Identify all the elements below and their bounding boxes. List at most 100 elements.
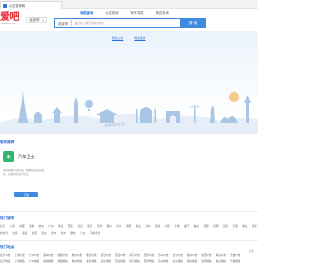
- poi-link[interactable]: 苏州公交: [158, 253, 168, 257]
- city-link[interactable]: 长沙: [116, 224, 121, 228]
- city-link[interactable]: 深圳: [29, 224, 34, 228]
- poi-link[interactable]: 成都公交: [58, 253, 68, 257]
- poi-link[interactable]: 青岛地铁: [216, 259, 226, 263]
- poi-link[interactable]: 宁波公交: [230, 253, 240, 257]
- poi-link[interactable]: 苏州地铁: [158, 259, 168, 263]
- poi-link[interactable]: 杭州地铁: [72, 259, 82, 263]
- poi-link[interactable]: 南京公交: [129, 253, 139, 257]
- city-link[interactable]: 南宁: [252, 224, 257, 228]
- browser-tab[interactable]: 公交查询网: [0, 1, 62, 9]
- city-link[interactable]: 武汉: [78, 224, 83, 228]
- city-link[interactable]: 北京: [0, 224, 5, 228]
- poi-link[interactable]: 成都地铁: [58, 259, 68, 263]
- city-link[interactable]: 广州: [48, 224, 53, 228]
- poi-list-row: 北京地铁 上海地铁 广州地铁 深圳地铁 成都地铁 杭州地铁 重庆地铁 武汉地铁 西安地铁 南京地铁…: [0, 259, 258, 263]
- city-link[interactable]: 无锡: [233, 224, 238, 228]
- city-link[interactable]: 长春: [12, 231, 17, 235]
- app-card[interactable]: ◈ 汽车卫士 为您收集车站信息，查看附近的交通工具，方便您的出行生活。 下载: [0, 147, 50, 207]
- poi-link[interactable]: 上海地铁: [14, 259, 24, 263]
- poi-link[interactable]: 重庆公交: [86, 253, 96, 257]
- poi-link[interactable]: 深圳公交: [43, 253, 53, 257]
- city-link[interactable]: 济南: [155, 224, 160, 228]
- tab-title: 公交查询网: [9, 4, 25, 8]
- app-download-button[interactable]: 下载: [14, 192, 38, 197]
- poi-link[interactable]: 上海公交: [14, 253, 24, 257]
- landmark-skyline: [0, 91, 258, 134]
- poi-link[interactable]: 北京公交: [0, 253, 10, 257]
- city-link[interactable]: 乌鲁木齐: [90, 231, 100, 235]
- poi-link[interactable]: 西安公交: [115, 253, 125, 257]
- tab-driving-nav[interactable]: 驾车导航: [130, 10, 143, 15]
- poi-link[interactable]: 武汉公交: [101, 253, 111, 257]
- city-list-row: 北京 上海 成都 深圳 杭州 广州 重庆 西安 武汉 南京 天津 郑州 长沙 沈阳 青岛 苏州 济南 大连 宁波 厦门…: [0, 224, 258, 228]
- poi-link[interactable]: 长沙地铁: [173, 259, 183, 263]
- link-nearby-food[interactable]: 附近美食: [134, 36, 145, 40]
- poi-list-row: 北京公交 上海公交 广州公交 深圳公交 成都公交 杭州公交 重庆公交 武汉公交 西安公交 南京公交…: [0, 253, 258, 257]
- city-link[interactable]: 郑州: [107, 224, 112, 228]
- city-link[interactable]: 沈阳: [126, 224, 131, 228]
- tab-map-search[interactable]: 地图查询: [80, 10, 93, 15]
- city-link[interactable]: 重庆: [58, 224, 63, 228]
- city-link[interactable]: 大连: [165, 224, 170, 228]
- poi-link[interactable]: 广州公交: [29, 253, 39, 257]
- poi-link[interactable]: 沈阳公交: [201, 253, 211, 257]
- poi-link[interactable]: 青岛公交: [216, 253, 226, 257]
- search-button[interactable]: 搜 索: [180, 18, 206, 28]
- city-link[interactable]: 合肥: [203, 224, 208, 228]
- city-link[interactable]: 成都: [19, 224, 24, 228]
- poi-link[interactable]: 宁波地铁: [230, 259, 240, 263]
- city-link[interactable]: 宁波: [174, 224, 179, 228]
- car-guard-app-icon: ◈: [3, 151, 14, 162]
- city-link[interactable]: 温州: [41, 231, 46, 235]
- city-link[interactable]: 东莞: [223, 224, 228, 228]
- city-link[interactable]: 哈尔滨: [0, 231, 8, 235]
- location-icon: [75, 21, 79, 25]
- poi-link[interactable]: 郑州地铁: [187, 259, 197, 263]
- search-city[interactable]: 北京市: [55, 21, 71, 26]
- city-link[interactable]: 佛山: [242, 224, 247, 228]
- city-link[interactable]: 厦门: [184, 224, 189, 228]
- poi-link[interactable]: 长沙公交: [173, 253, 183, 257]
- city-link[interactable]: 西安: [68, 224, 73, 228]
- search-mode-tabs: 地图查询 公交查询 驾车导航 周边查询: [80, 10, 200, 15]
- cities-section-title: 热门城市: [0, 216, 15, 220]
- city-link[interactable]: 杭州: [39, 224, 44, 228]
- chevron-down-icon: [41, 19, 44, 21]
- poi-link[interactable]: 西安地铁: [115, 259, 125, 263]
- app-name: 汽车卫士: [18, 154, 35, 159]
- city-link[interactable]: 泉州: [61, 231, 66, 235]
- city-link[interactable]: 青岛: [136, 224, 141, 228]
- city-link[interactable]: 南昌: [22, 231, 27, 235]
- city-link[interactable]: 上海: [10, 224, 15, 228]
- poi-link[interactable]: 郑州公交: [187, 253, 197, 257]
- search-input[interactable]: [79, 20, 180, 26]
- section-divider: [0, 240, 258, 241]
- poi-link[interactable]: 北京地铁: [0, 259, 10, 263]
- logo-text: 爱吧: [0, 12, 20, 23]
- poi-link[interactable]: 武汉地铁: [101, 259, 111, 263]
- city-link[interactable]: 南京: [87, 224, 92, 228]
- poi-link[interactable]: 深圳地铁: [43, 259, 53, 263]
- poi-section-title: 热门地点: [0, 245, 15, 249]
- poi-link[interactable]: 重庆地铁: [86, 259, 96, 263]
- city-link[interactable]: 苏州: [145, 224, 150, 228]
- poi-link[interactable]: 广州地铁: [29, 259, 39, 263]
- tab-nearby-search[interactable]: 周边查询: [156, 10, 169, 15]
- city-link[interactable]: 天津: [97, 224, 102, 228]
- city-link[interactable]: 兰州: [80, 231, 85, 235]
- city-link[interactable]: 昆明: [213, 224, 218, 228]
- link-nearby-bus[interactable]: 附近公交: [112, 36, 123, 40]
- city-link[interactable]: 福州: [194, 224, 199, 228]
- city-list-row: 哈尔滨 长春 南昌 太原 温州 常州 泉州 烟台 兰州 乌鲁木齐: [0, 231, 258, 235]
- city-selector[interactable]: 北京市: [26, 17, 47, 23]
- site-logo[interactable]: 爱吧 www.aibus.com: [0, 12, 23, 26]
- tab-bus-search[interactable]: 公交查询: [105, 10, 118, 15]
- city-link[interactable]: 烟台: [70, 231, 75, 235]
- poi-link[interactable]: 南京地铁: [129, 259, 139, 263]
- poi-link[interactable]: 天津地铁: [144, 259, 154, 263]
- poi-link[interactable]: 沈阳地铁: [201, 259, 211, 263]
- city-link[interactable]: 常州: [51, 231, 56, 235]
- poi-link[interactable]: 杭州公交: [72, 253, 82, 257]
- city-link[interactable]: 太原: [32, 231, 37, 235]
- poi-link[interactable]: 天津公交: [144, 253, 154, 257]
